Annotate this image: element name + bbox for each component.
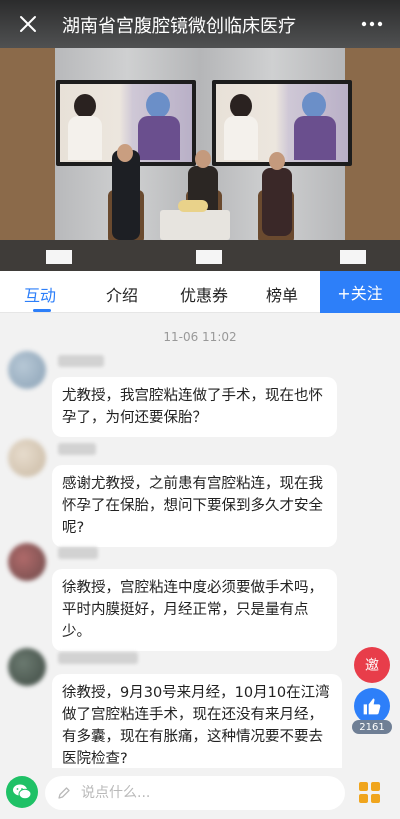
- tab-intro[interactable]: 介绍: [106, 282, 138, 306]
- live-video[interactable]: 湖南省宫腹腔镜微创临床医疗: [0, 0, 400, 271]
- speaker-1-head: [117, 144, 133, 162]
- thumbs-up-icon: [363, 698, 381, 715]
- name-card: [340, 250, 366, 264]
- chat-message: 尤教授，我宫腔粘连做了手术，现在也怀孕了，为何还要保胎？: [52, 377, 337, 437]
- wechat-button[interactable]: [6, 776, 38, 808]
- close-icon: [20, 16, 36, 32]
- grid-menu-button[interactable]: [359, 782, 381, 804]
- invite-label: 邀: [365, 658, 379, 674]
- wechat-icon: [13, 784, 32, 800]
- bottom-bar: [0, 768, 400, 819]
- username-blurred: [58, 652, 138, 664]
- speaker-3: [262, 168, 292, 236]
- speaker-2-head: [195, 150, 211, 168]
- live-title: 湖南省宫腹腔镜微创临床医疗: [62, 16, 296, 37]
- tab-ranking[interactable]: 榜单: [266, 282, 298, 306]
- avatar[interactable]: [8, 648, 46, 686]
- avatar[interactable]: [8, 439, 46, 477]
- avatar[interactable]: [8, 351, 46, 389]
- avatar[interactable]: [8, 543, 46, 581]
- more-dots-icon: [361, 21, 383, 27]
- wall-panel-right: [345, 48, 400, 271]
- chat-message: 徐教授，9月30号来月经，10月10在江湾做了宫腔粘连手术，现在还没有来月经，有…: [52, 674, 342, 778]
- tab-coupons[interactable]: 优惠券: [180, 282, 228, 306]
- wall-panel-left: [0, 48, 55, 271]
- tab-interaction[interactable]: 互动: [24, 282, 56, 306]
- username-blurred: [58, 547, 98, 559]
- like-count: 2161: [352, 720, 392, 734]
- name-card: [46, 250, 72, 264]
- pencil-icon: [58, 787, 70, 799]
- speaker-1: [112, 150, 140, 240]
- username-blurred: [58, 443, 96, 455]
- more-button[interactable]: [358, 10, 386, 38]
- chat-timestamp: 11-06 11:02: [163, 330, 237, 344]
- comment-input-box[interactable]: [45, 776, 345, 810]
- chat-message: 徐教授，宫腔粘连中度必须要做手术吗，平时内膜挺好，月经正常，只是量有点少。: [52, 569, 337, 651]
- grid-icon: [359, 782, 368, 791]
- chat-list[interactable]: 11-06 11:02 尤教授，我宫腔粘连做了手术，现在也怀孕了，为何还要保胎？…: [0, 313, 400, 778]
- invite-button[interactable]: 邀: [354, 647, 390, 683]
- close-button[interactable]: [14, 10, 42, 38]
- stage-table: [160, 210, 230, 240]
- flower-arrangement: [178, 200, 208, 212]
- username-blurred: [58, 355, 104, 367]
- chat-message: 感谢尤教授，之前患有宫腔粘连，现在我怀孕了在保胎，想问下要保到多久才安全呢?: [52, 465, 337, 547]
- tab-bar: 互动 介绍 优惠券 榜单 +关注: [0, 271, 400, 313]
- follow-button[interactable]: +关注: [320, 271, 400, 313]
- comment-input[interactable]: [81, 785, 311, 801]
- speaker-3-head: [269, 152, 285, 170]
- like-button[interactable]: [354, 688, 390, 724]
- name-card: [196, 250, 222, 264]
- active-tab-indicator: [33, 309, 51, 312]
